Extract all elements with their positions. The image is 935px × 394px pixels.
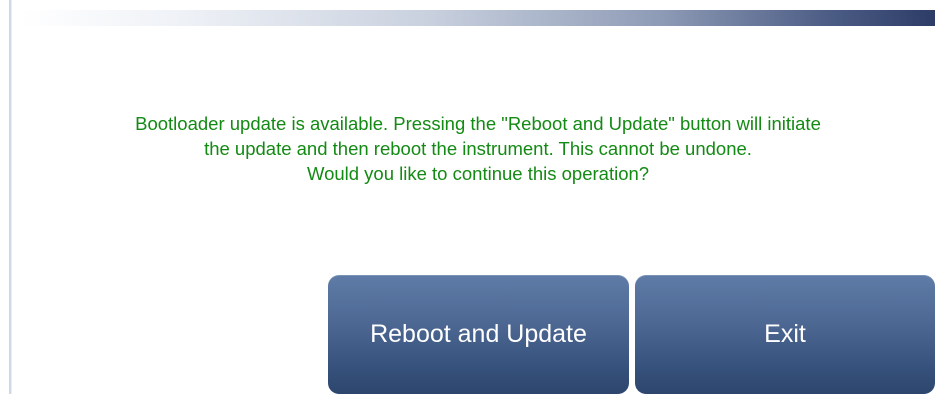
reboot-and-update-label: Reboot and Update [370, 320, 587, 348]
exit-button[interactable]: Exit [635, 275, 935, 394]
left-border-rule-inner [11, 0, 12, 394]
message-line: the update and then reboot the instrumen… [204, 138, 752, 159]
header-gradient-bar [21, 10, 935, 26]
message-line: Would you like to continue this operatio… [306, 163, 650, 184]
exit-label: Exit [764, 320, 806, 348]
message-line: Bootloader update is available. Pressing… [135, 113, 821, 134]
reboot-and-update-button[interactable]: Reboot and Update [328, 275, 629, 394]
confirmation-message: Bootloader update is available. Pressing… [21, 111, 935, 186]
